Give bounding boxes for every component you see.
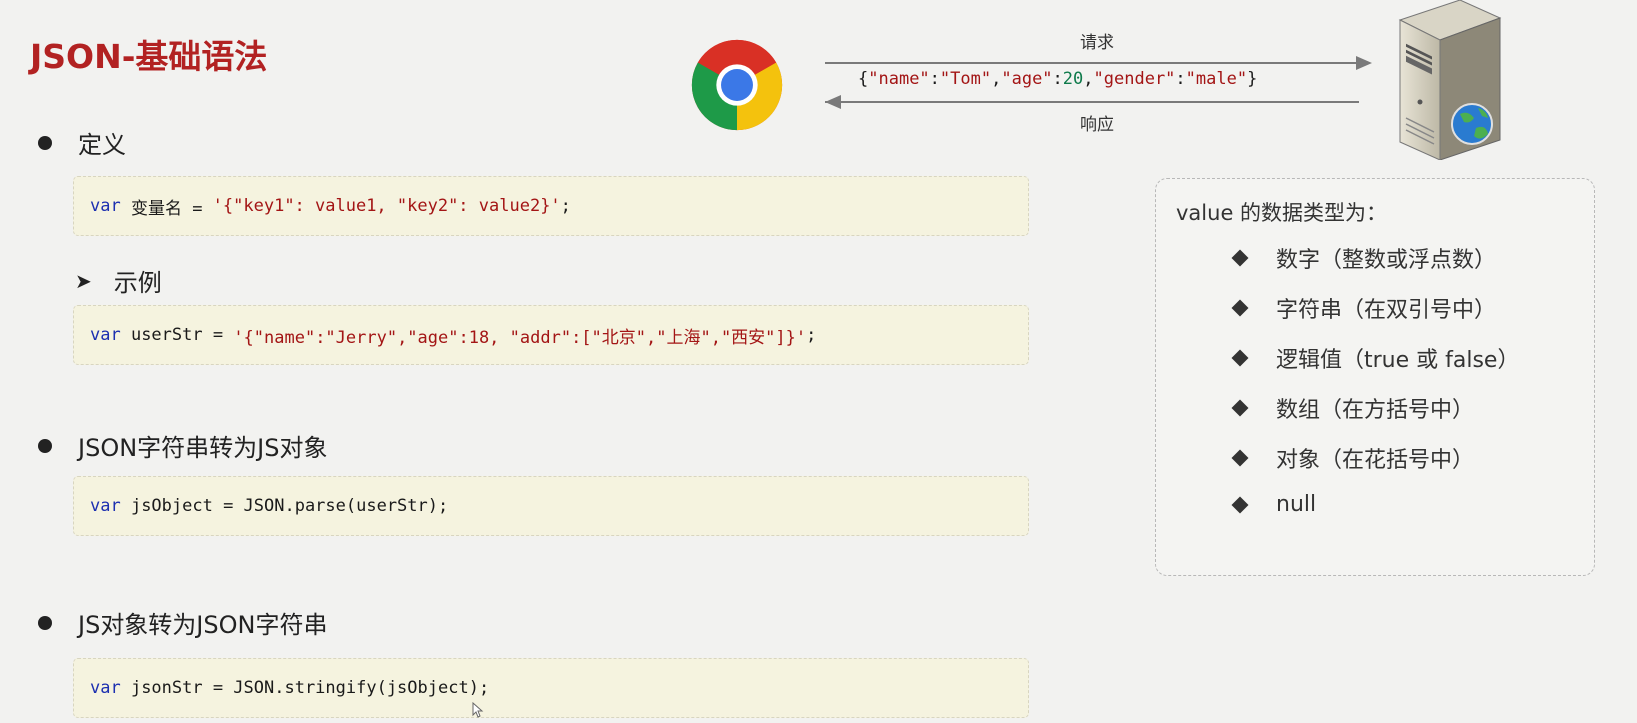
chrome-icon <box>691 39 783 131</box>
value-type-label: null <box>1276 492 1317 517</box>
arrow-bullet-icon: ➤ <box>75 268 92 293</box>
json-value: "Tom" <box>939 69 992 89</box>
definition-label: 定义 <box>78 131 126 159</box>
diamond-bullet-icon <box>1231 349 1249 367</box>
json-key: "age" <box>1001 69 1053 89</box>
code-keyword: var <box>90 678 121 698</box>
code-keyword: var <box>90 496 121 516</box>
code-keyword: var <box>90 196 121 216</box>
response-arrowhead-icon <box>825 95 841 109</box>
parse-label: JSON字符串转为JS对象 <box>78 434 328 462</box>
json-key: "name" <box>868 69 930 89</box>
code-text: ; <box>560 196 571 216</box>
value-type-label: 数组（在方括号中） <box>1276 398 1475 423</box>
code-text: ; <box>806 325 817 345</box>
bullet-dot-icon <box>38 615 52 630</box>
code-block-definition: var 变量名 = '{"key1": value1, "key2": valu… <box>73 176 1029 236</box>
code-block-parse: var jsObject = JSON.parse(userStr); <box>73 476 1029 536</box>
json-comma: , <box>991 69 1002 89</box>
bullet-stringify: JS对象转为JSON字符串 <box>38 605 327 640</box>
sub-bullet-example: ➤ 示例 <box>75 263 162 298</box>
diamond-bullet-icon <box>1231 449 1249 467</box>
response-arrow <box>825 101 1359 103</box>
value-type-label: 数字（整数或浮点数） <box>1276 248 1497 273</box>
request-label: 请求 <box>1080 33 1114 53</box>
value-types-heading: value 的数据类型为： <box>1176 201 1388 225</box>
value-type-label: 对象（在花括号中） <box>1276 448 1475 473</box>
value-type-item: null <box>1231 492 1317 517</box>
json-brace: } <box>1247 69 1258 89</box>
page-title: JSON-基础语法 <box>30 37 268 76</box>
json-key: "gender" <box>1093 69 1176 89</box>
bullet-definition: 定义 <box>38 125 126 160</box>
example-label: 示例 <box>113 269 162 297</box>
value-type-label: 逻辑值（true 或 false） <box>1276 348 1520 373</box>
mouse-cursor-icon <box>472 702 484 718</box>
value-types-panel: value 的数据类型为： 数字（整数或浮点数） 字符串（在双引号中） 逻辑值（… <box>1155 178 1595 576</box>
json-comma: , <box>1083 69 1094 89</box>
code-text: 变量名 = <box>120 198 213 219</box>
code-string: '{"key1": value1, "key2": value2}' <box>212 196 561 216</box>
value-type-label: 字符串（在双引号中） <box>1276 298 1497 323</box>
value-type-item: 数组（在方括号中） <box>1231 392 1475 424</box>
response-label: 响应 <box>1080 115 1114 135</box>
code-block-example: var userStr = '{"name":"Jerry","age":18,… <box>73 305 1029 365</box>
diamond-bullet-icon <box>1231 299 1249 317</box>
json-value: 20 <box>1062 69 1084 89</box>
code-text: jsonStr = JSON.stringify(jsObject); <box>120 678 490 698</box>
value-type-item: 逻辑值（true 或 false） <box>1231 342 1520 374</box>
stringify-label: JS对象转为JSON字符串 <box>78 611 328 639</box>
globe-icon <box>1451 103 1493 145</box>
request-arrowhead-icon <box>1356 56 1372 70</box>
bullet-dot-icon <box>38 135 52 150</box>
json-example: {"name":"Tom","age":20,"gender":"male"} <box>858 69 1257 89</box>
json-colon: : <box>929 69 940 89</box>
code-text: userStr = <box>120 325 234 345</box>
code-text: jsObject = JSON.parse(userStr); <box>120 496 449 516</box>
code-keyword: var <box>90 325 121 345</box>
code-string: '{"name":"Jerry","age":18, "addr":["北京",… <box>233 327 807 348</box>
value-type-item: 对象（在花括号中） <box>1231 442 1475 474</box>
diamond-bullet-icon <box>1231 249 1249 267</box>
diamond-bullet-icon <box>1231 399 1249 417</box>
diamond-bullet-icon <box>1231 496 1249 513</box>
json-value: "male" <box>1185 69 1248 89</box>
json-colon: : <box>1052 69 1063 89</box>
value-type-item: 字符串（在双引号中） <box>1231 292 1497 324</box>
code-block-stringify: var jsonStr = JSON.stringify(jsObject); <box>73 658 1029 718</box>
value-type-item: 数字（整数或浮点数） <box>1231 242 1497 274</box>
json-brace: { <box>858 69 869 89</box>
request-arrow <box>825 62 1359 64</box>
json-colon: : <box>1175 69 1186 89</box>
bullet-dot-icon <box>38 438 52 453</box>
server-icon <box>1398 0 1502 160</box>
bullet-parse: JSON字符串转为JS对象 <box>38 428 327 463</box>
